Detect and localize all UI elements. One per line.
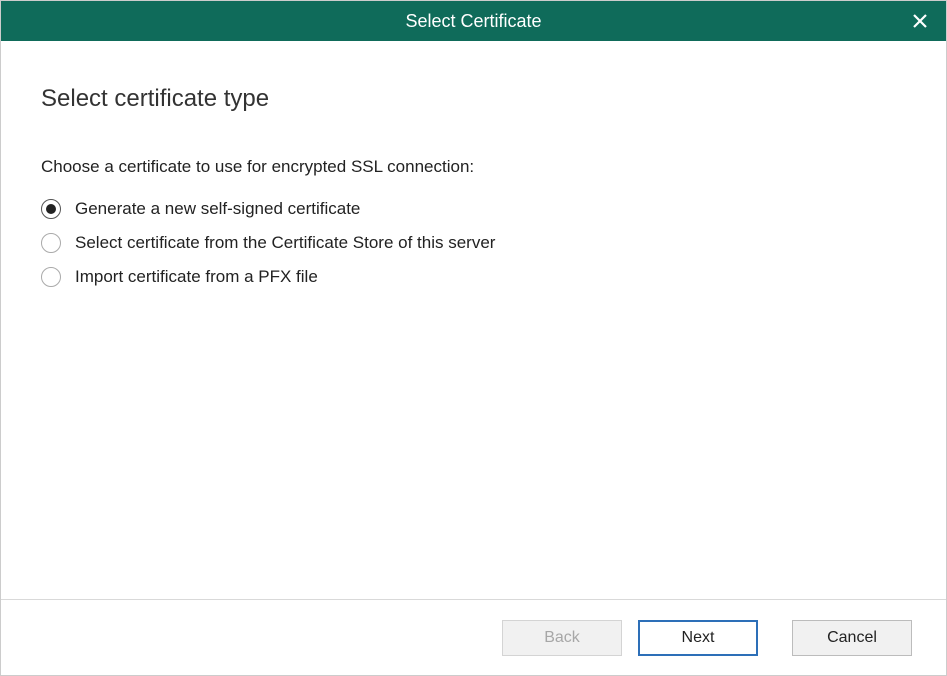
radio-label: Generate a new self-signed certificate [75,199,360,219]
content-area: Select certificate type Choose a certifi… [1,41,946,599]
dialog: Select Certificate Select certificate ty… [1,1,946,675]
instruction-text: Choose a certificate to use for encrypte… [41,157,906,177]
radio-label: Import certificate from a PFX file [75,267,318,287]
radio-option-select-from-store[interactable]: Select certificate from the Certificate … [41,233,906,253]
page-heading: Select certificate type [41,85,906,113]
window-title: Select Certificate [405,11,541,32]
radio-icon [41,199,61,219]
next-button[interactable]: Next [638,620,758,656]
close-icon [912,13,928,29]
radio-icon [41,233,61,253]
radio-option-generate-self-signed[interactable]: Generate a new self-signed certificate [41,199,906,219]
certificate-type-radio-group: Generate a new self-signed certificate S… [41,199,906,287]
cancel-button[interactable]: Cancel [792,620,912,656]
titlebar: Select Certificate [1,1,946,41]
radio-label: Select certificate from the Certificate … [75,233,495,253]
close-button[interactable] [906,7,934,35]
radio-option-import-pfx[interactable]: Import certificate from a PFX file [41,267,906,287]
radio-icon [41,267,61,287]
back-button: Back [502,620,622,656]
footer: Back Next Cancel [1,599,946,675]
